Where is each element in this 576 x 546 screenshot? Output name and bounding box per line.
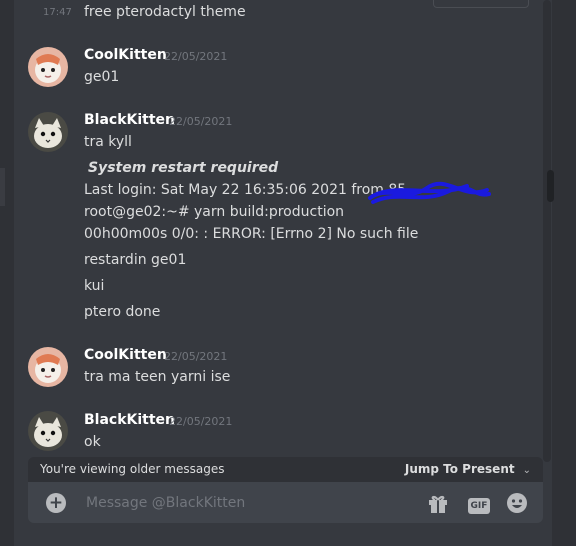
message-text: Last login: Sat May 22 16:35:06 2021 fro…: [84, 182, 407, 198]
avatar-blackkitten-icon: [28, 411, 68, 451]
username[interactable]: BlackKitten: [84, 412, 175, 428]
message-timestamp: 17:47: [43, 7, 72, 18]
message-text: System restart required: [88, 160, 279, 176]
left-panel-edge: [0, 0, 14, 546]
message-text: 00h00m00s 0/0: : ERROR: [Errno 2] No suc…: [84, 226, 419, 242]
avatar[interactable]: [28, 411, 68, 451]
avatar[interactable]: [28, 47, 68, 87]
message-timestamp: 22/05/2021: [164, 50, 228, 63]
redaction-scribble: [368, 181, 491, 204]
jump-to-present-label: Jump To Present: [404, 462, 515, 476]
avatar-coolkitten-icon: [28, 347, 68, 387]
message-text: ge01: [84, 69, 120, 85]
message-timestamp: 22/05/2021: [169, 415, 233, 428]
older-messages-bar: You're viewing older messages Jump To Pr…: [28, 457, 543, 482]
message-text: ptero done: [84, 304, 161, 320]
avatar[interactable]: [28, 347, 68, 387]
message-text: tra ma teen yarni ise: [84, 369, 231, 385]
message-text: tra kyll: [84, 134, 132, 150]
message-text: root@ge02:~# yarn build:production: [84, 204, 345, 220]
gif-label: GIF: [468, 498, 490, 514]
gif-button[interactable]: GIF: [468, 493, 490, 514]
emoji-icon[interactable]: [506, 492, 528, 518]
message-text: kui: [84, 278, 105, 294]
scrollbar-track[interactable]: [543, 0, 551, 462]
message-input[interactable]: [84, 491, 408, 515]
avatar-blackkitten-icon: [28, 112, 68, 152]
plus-circle-icon[interactable]: +: [46, 493, 66, 513]
username[interactable]: BlackKitten: [84, 112, 175, 128]
chevron-down-icon: ⌄: [522, 465, 531, 476]
avatar[interactable]: [28, 112, 68, 152]
right-panel-edge: [552, 0, 576, 546]
message-text: restardin ge01: [84, 252, 187, 268]
message-composer: + GIF: [28, 482, 543, 523]
message-text: free pterodactyl theme: [84, 4, 246, 20]
message-hover-toolbar[interactable]: [433, 0, 529, 8]
gift-icon[interactable]: [427, 492, 449, 518]
message-timestamp: 22/05/2021: [169, 115, 233, 128]
message-timestamp: 22/05/2021: [164, 350, 228, 363]
message-text: ok: [84, 434, 101, 450]
panel-handle[interactable]: [0, 168, 5, 206]
avatar-coolkitten-icon: [28, 47, 68, 87]
username[interactable]: CoolKitten: [84, 347, 167, 363]
jump-to-present-button[interactable]: Jump To Present ⌄: [405, 462, 531, 476]
older-messages-text: You're viewing older messages: [40, 462, 225, 476]
username[interactable]: CoolKitten: [84, 47, 167, 63]
scrollbar-thumb[interactable]: [547, 170, 554, 202]
